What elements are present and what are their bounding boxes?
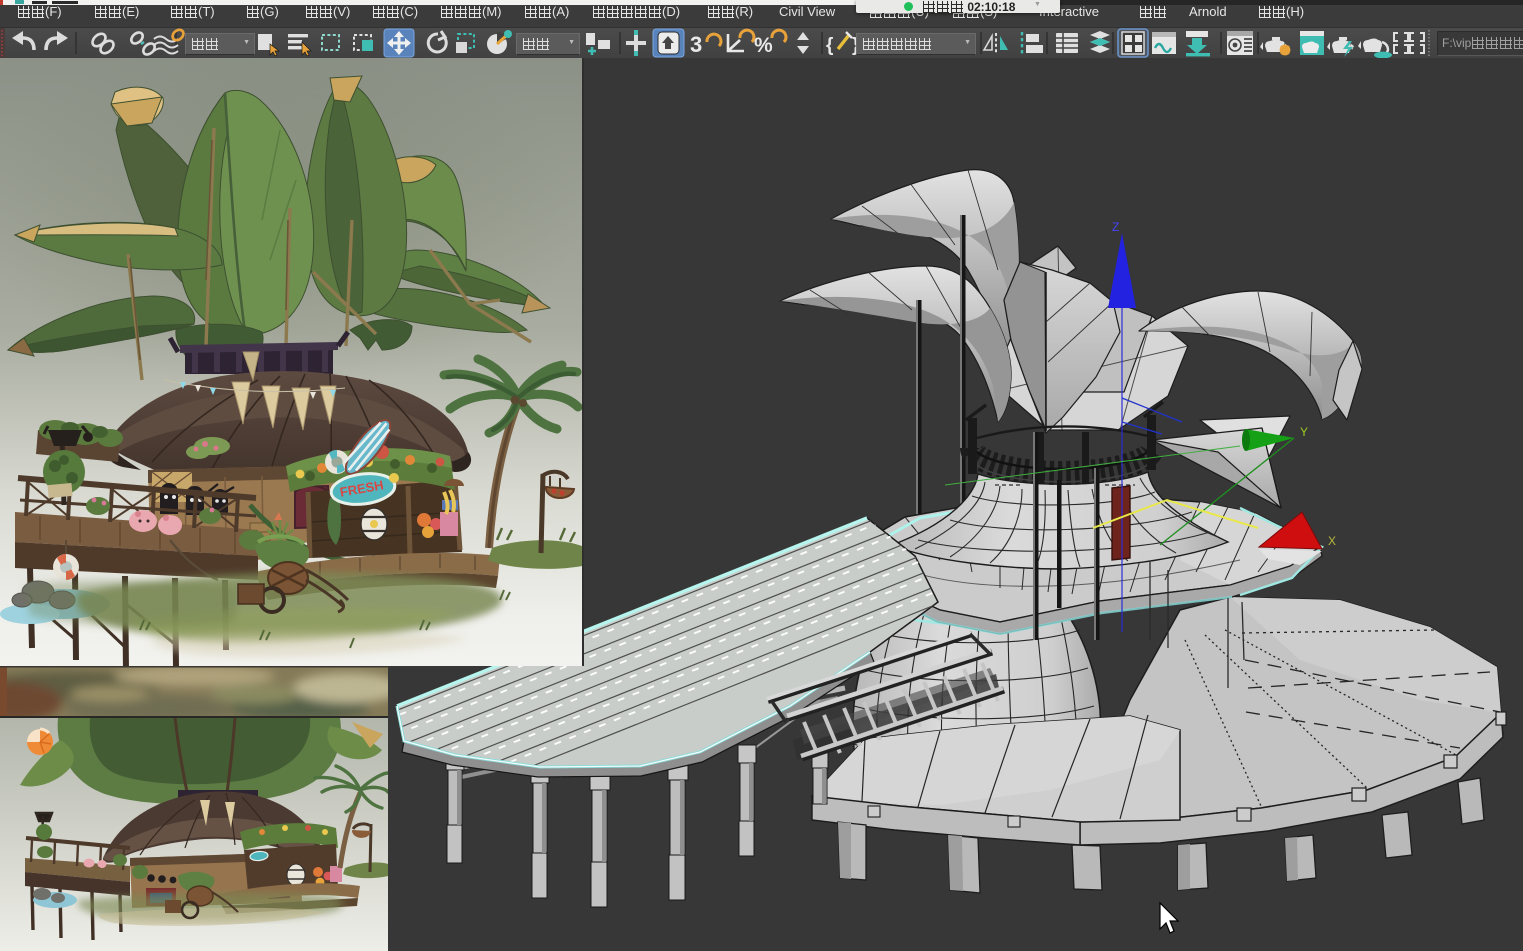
svg-text:{: { xyxy=(826,35,833,56)
svg-text:Z: Z xyxy=(1112,220,1119,234)
svg-text:3: 3 xyxy=(690,32,702,57)
svg-text:X: X xyxy=(1328,534,1336,548)
svg-text:Y: Y xyxy=(1300,425,1308,439)
svg-text:%: % xyxy=(754,34,773,57)
